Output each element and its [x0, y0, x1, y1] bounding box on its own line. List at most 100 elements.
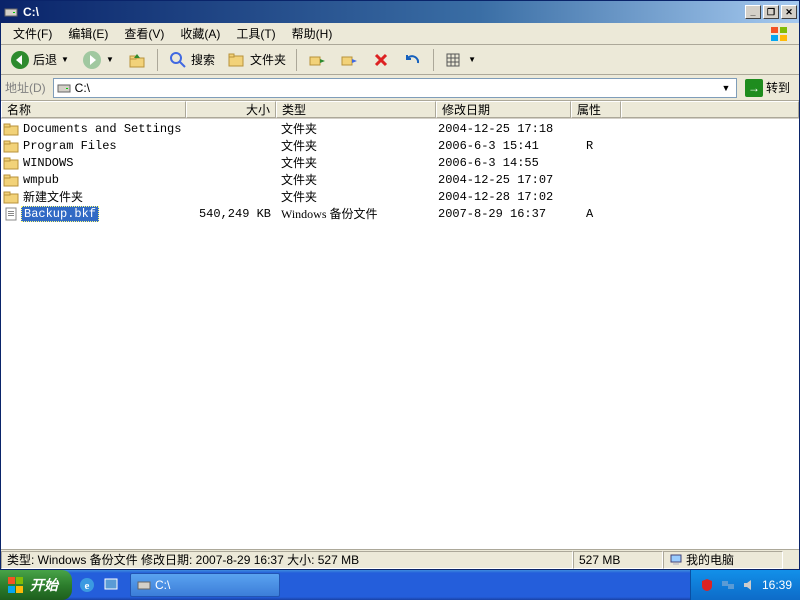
minimize-button[interactable]: _	[745, 5, 761, 19]
file-name: 新建文件夹	[21, 188, 85, 205]
search-label: 搜索	[191, 51, 215, 68]
maximize-button[interactable]: ❐	[763, 5, 779, 19]
file-attr: A	[571, 207, 621, 221]
start-label: 开始	[30, 575, 58, 595]
copy-to-icon	[339, 50, 359, 70]
up-button[interactable]	[122, 47, 152, 73]
show-desktop-icon[interactable]	[100, 574, 122, 596]
col-type[interactable]: 类型	[276, 101, 436, 118]
search-icon	[168, 50, 188, 70]
col-name[interactable]: 名称	[1, 101, 186, 118]
drive-icon	[56, 80, 72, 96]
file-date: 2007-8-29 16:37	[436, 207, 571, 221]
status-info: 类型: Windows 备份文件 修改日期: 2007-8-29 16:37 大…	[1, 551, 573, 569]
address-dropdown-icon[interactable]: ▼	[718, 83, 734, 93]
file-icon	[3, 207, 19, 221]
forward-button[interactable]: ▼	[77, 47, 120, 73]
folder-icon	[3, 190, 19, 204]
statusbar: 类型: Windows 备份文件 修改日期: 2007-8-29 16:37 大…	[1, 549, 799, 569]
status-location: 我的电脑	[663, 551, 783, 569]
folders-button[interactable]: 文件夹	[222, 47, 291, 73]
col-filler	[621, 101, 799, 118]
svg-text:e: e	[85, 580, 90, 592]
file-row[interactable]: wmpub文件夹2004-12-25 17:07	[1, 171, 799, 188]
file-size: 540,249 KB	[186, 207, 276, 221]
file-name: wmpub	[21, 173, 61, 187]
windows-flag-icon	[765, 24, 795, 44]
menu-edit[interactable]: 编辑(E)	[60, 23, 116, 44]
folders-icon	[227, 50, 247, 70]
menu-tools[interactable]: 工具(T)	[228, 23, 283, 44]
security-icon[interactable]	[699, 577, 715, 593]
folder-icon	[3, 173, 19, 187]
address-input[interactable]: C:\ ▼	[53, 78, 737, 98]
addressbar: 地址(D) C:\ ▼ → 转到	[1, 75, 799, 101]
toolbar: 后退 ▼ ▼ 搜索 文件夹 ▼	[1, 45, 799, 75]
file-row[interactable]: Program Files文件夹2006-6-3 15:41R	[1, 137, 799, 154]
separator	[296, 49, 297, 71]
task-label: C:\	[155, 578, 170, 592]
file-row[interactable]: WINDOWS文件夹2006-6-3 14:55	[1, 154, 799, 171]
menu-favorites[interactable]: 收藏(A)	[172, 23, 228, 44]
drive-icon	[3, 4, 19, 20]
titlebar: C:\ _ ❐ ✕	[1, 1, 799, 23]
forward-icon	[82, 50, 102, 70]
col-attr[interactable]: 属性	[571, 101, 621, 118]
task-explorer[interactable]: C:\	[130, 573, 280, 597]
undo-button[interactable]	[398, 47, 428, 73]
file-row[interactable]: Documents and Settings 文件夹2004-12-25 17:1…	[1, 120, 799, 137]
address-text: C:\	[75, 81, 718, 95]
system-tray: 16:39	[690, 570, 800, 600]
menu-view[interactable]: 查看(V)	[116, 23, 172, 44]
move-to-button[interactable]	[302, 47, 332, 73]
quick-launch: e	[72, 574, 126, 596]
move-to-icon	[307, 50, 327, 70]
file-type: Windows 备份文件	[276, 205, 436, 222]
file-date: 2004-12-25 17:07	[436, 173, 571, 187]
clock[interactable]: 16:39	[762, 578, 792, 592]
address-label: 地址(D)	[5, 79, 50, 96]
taskbar: 开始 e C:\ 16:39	[0, 570, 800, 600]
views-icon	[444, 50, 464, 70]
file-row[interactable]: 新建文件夹文件夹2004-12-28 17:02	[1, 188, 799, 205]
forward-dropdown-icon[interactable]: ▼	[105, 55, 115, 64]
start-button[interactable]: 开始	[0, 570, 72, 600]
delete-button[interactable]	[366, 47, 396, 73]
folders-label: 文件夹	[250, 51, 286, 68]
copy-to-button[interactable]	[334, 47, 364, 73]
undo-icon	[403, 50, 423, 70]
folder-icon	[3, 122, 19, 136]
col-size[interactable]: 大小	[186, 101, 276, 118]
file-list: 名称 大小 类型 修改日期 属性 Documents and Settings 文…	[1, 101, 799, 549]
windows-logo-icon	[8, 577, 26, 593]
file-type: 文件夹	[276, 137, 436, 154]
back-icon	[10, 50, 30, 70]
folder-icon	[3, 139, 19, 153]
search-button[interactable]: 搜索	[163, 47, 220, 73]
menu-file[interactable]: 文件(F)	[5, 23, 60, 44]
file-date: 2004-12-25 17:18	[436, 122, 571, 136]
close-button[interactable]: ✕	[781, 5, 797, 19]
file-date: 2006-6-3 15:41	[436, 139, 571, 153]
views-dropdown-icon[interactable]: ▼	[467, 55, 477, 64]
drive-icon	[137, 579, 151, 591]
network-icon[interactable]	[720, 577, 736, 593]
separator	[157, 49, 158, 71]
back-dropdown-icon[interactable]: ▼	[60, 55, 70, 64]
ie-icon[interactable]: e	[76, 574, 98, 596]
file-type: 文件夹	[276, 154, 436, 171]
file-row[interactable]: Backup.bkf540,249 KBWindows 备份文件2007-8-2…	[1, 205, 799, 222]
volume-icon[interactable]	[741, 577, 757, 593]
back-button[interactable]: 后退 ▼	[5, 47, 75, 73]
go-button[interactable]: → 转到	[740, 78, 795, 98]
status-location-text: 我的电脑	[686, 551, 734, 568]
menu-help[interactable]: 帮助(H)	[284, 23, 341, 44]
file-type: 文件夹	[276, 188, 436, 205]
col-date[interactable]: 修改日期	[436, 101, 571, 118]
column-headers: 名称 大小 类型 修改日期 属性	[1, 101, 799, 119]
file-name: Documents and Settings	[21, 122, 183, 136]
views-button[interactable]: ▼	[439, 47, 482, 73]
file-type: 文件夹	[276, 120, 436, 137]
go-label: 转到	[766, 79, 790, 96]
file-list-body[interactable]: Documents and Settings文件夹2004-12-25 17:1…	[1, 119, 799, 549]
